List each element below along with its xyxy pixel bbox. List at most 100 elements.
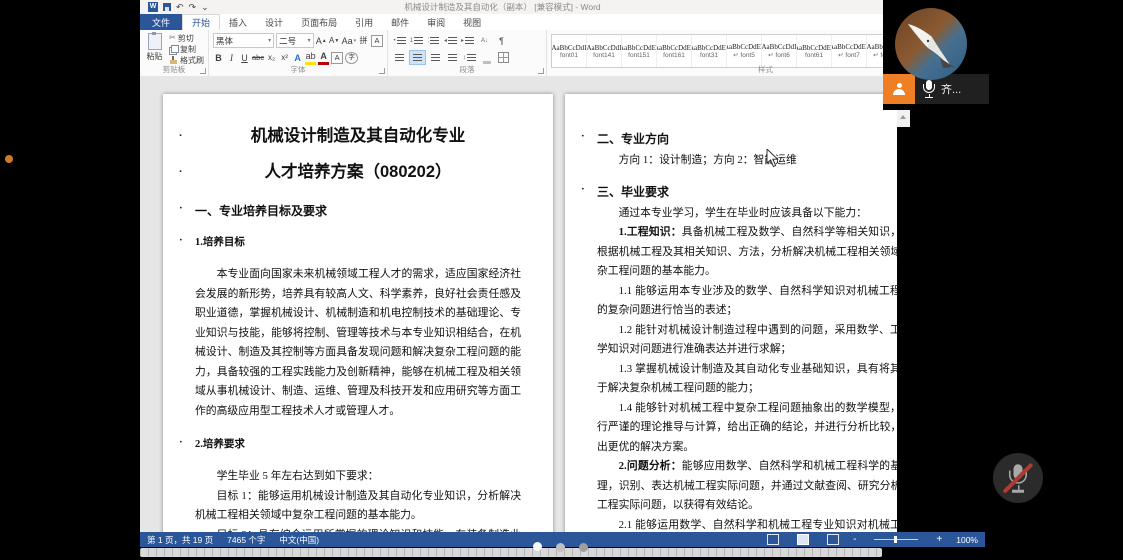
- ribbon-tab[interactable]: 邮件: [382, 14, 418, 30]
- text-effects-button[interactable]: A: [292, 51, 303, 64]
- qat-customize-icon[interactable]: ⌄: [201, 2, 209, 12]
- align-right-button[interactable]: [428, 51, 443, 64]
- style-name: font161: [663, 52, 685, 59]
- paragraph-text: 通过本专业学习，学生在毕业时应该具备以下能力：: [619, 207, 867, 219]
- highlight-color-button[interactable]: ab: [305, 51, 316, 65]
- enclose-characters-button[interactable]: 字: [345, 52, 358, 64]
- font-size-combo[interactable]: 二号 ▾: [276, 33, 314, 48]
- character-border-button[interactable]: A: [371, 35, 383, 47]
- show-marks-button[interactable]: ¶: [494, 34, 509, 47]
- ribbon-tab[interactable]: 页面布局: [292, 14, 346, 30]
- sort-button[interactable]: A↓: [477, 34, 492, 47]
- style-item[interactable]: AaBbCcDdEe font31: [692, 35, 727, 67]
- change-case-button[interactable]: Aa▾: [342, 34, 356, 47]
- character-shading-button[interactable]: A: [331, 52, 343, 64]
- redo-icon[interactable]: ↷: [189, 2, 197, 12]
- borders-button[interactable]: [496, 51, 511, 64]
- clipboard-dialog-launcher-icon[interactable]: [200, 68, 206, 74]
- shrink-font-button[interactable]: A▼: [329, 34, 340, 47]
- numbering-glyph: 1: [410, 38, 413, 44]
- superscript-button[interactable]: x²: [279, 51, 290, 64]
- italic-button[interactable]: I: [226, 51, 237, 64]
- style-preview: AaBbCcDdI: [587, 44, 622, 52]
- paragraph: 人才培养方案（080202）: [195, 154, 521, 190]
- ribbon-tab[interactable]: 插入: [220, 14, 256, 30]
- multilevel-list-button[interactable]: ⁚: [426, 34, 441, 47]
- strikethrough-button[interactable]: abc: [252, 51, 264, 64]
- multilevel-icon: [430, 37, 439, 45]
- zoom-slider-thumb[interactable]: [894, 536, 897, 543]
- copy-button[interactable]: 复制: [169, 44, 204, 54]
- print-layout-button[interactable]: [797, 534, 809, 545]
- ribbon-tab[interactable]: 设计: [256, 14, 292, 30]
- paragraph: 方向 1：设计制造；方向 2：智能运维: [597, 151, 923, 171]
- style-item[interactable]: AaBbCcDdEe ↵ font5: [727, 35, 762, 67]
- style-item[interactable]: AaBbCcDdI font141: [587, 35, 622, 67]
- paragraph-dialog-launcher-icon[interactable]: [538, 68, 544, 74]
- language-indicator[interactable]: 中文(中国): [279, 534, 319, 546]
- participant-avatar[interactable]: [895, 8, 967, 80]
- zoom-in-button[interactable]: +: [936, 535, 942, 545]
- mute-indicator[interactable]: [993, 453, 1043, 503]
- shading-button[interactable]: [479, 51, 494, 64]
- toolbar-dot[interactable]: [556, 543, 565, 552]
- style-item[interactable]: AaBbCcDdEe font61: [797, 35, 832, 67]
- numbering-button[interactable]: 1: [409, 34, 424, 47]
- ribbon-tabs: 开始 插入 设计 页面布局 引用 邮件 审阅 视图: [182, 14, 490, 30]
- page-indicator[interactable]: 第 1 页，共 19 页: [147, 534, 213, 546]
- style-name: font31: [700, 52, 718, 59]
- zoom-level[interactable]: 100%: [956, 535, 978, 545]
- font-color-button[interactable]: A: [318, 51, 329, 65]
- ribbon-tab[interactable]: 视图: [454, 14, 490, 30]
- style-preview: AaBbCcDdEe: [692, 44, 727, 52]
- font-name-value: 黑体: [216, 35, 233, 47]
- toolbar-dot[interactable]: [579, 543, 588, 552]
- zoom-slider[interactable]: [874, 539, 918, 540]
- document-area[interactable]: 机械设计制造及其自动化专业 人才培养方案（080202） 一、专业培养目标及要求…: [140, 76, 985, 532]
- style-preview: AaBbCcDdI: [552, 44, 587, 52]
- underline-button[interactable]: U: [239, 51, 250, 64]
- undo-icon[interactable]: ↶: [176, 2, 184, 12]
- decrease-indent-button[interactable]: ◂: [443, 34, 458, 47]
- justify-button[interactable]: [445, 51, 460, 64]
- page-1[interactable]: 机械设计制造及其自动化专业 人才培养方案（080202） 一、专业培养目标及要求…: [163, 94, 553, 532]
- style-item[interactable]: AaBbCcDdEe font161: [657, 35, 692, 67]
- decrease-indent-icon: [448, 37, 457, 45]
- ribbon-tab[interactable]: 引用: [346, 14, 382, 30]
- ribbon-tab[interactable]: 开始: [182, 14, 220, 30]
- document-title: 机械设计制造及其自动化（副本） [兼容模式] - Word: [140, 1, 865, 13]
- paragraph-text: 本专业面向国家未来机械领域工程人才的需求，适应国家经济社会发展的新形势，培养具有…: [195, 268, 521, 417]
- scrollbar-stub[interactable]: [897, 110, 910, 127]
- read-mode-button[interactable]: [767, 534, 779, 545]
- align-center-button[interactable]: [409, 50, 426, 65]
- toolbar-dot[interactable]: [533, 542, 542, 551]
- floating-toolbar-strip[interactable]: [140, 548, 882, 557]
- style-item[interactable]: AaBbCcDdI font01: [552, 35, 587, 67]
- cut-button[interactable]: ✂ 剪切: [169, 33, 204, 43]
- save-icon[interactable]: [163, 3, 171, 11]
- font-dialog-launcher-icon[interactable]: [379, 68, 385, 74]
- style-item[interactable]: AaBbCcDdEe font151: [622, 35, 657, 67]
- word-count[interactable]: 7465 个字: [227, 534, 265, 546]
- align-center-icon: [413, 54, 422, 62]
- increase-indent-button[interactable]: ▸: [460, 34, 475, 47]
- style-item[interactable]: AaBbCcDdI ↵ font6: [762, 35, 797, 67]
- zoom-out-button[interactable]: -: [853, 535, 856, 545]
- paste-button[interactable]: 粘贴: [144, 33, 165, 65]
- paragraph: 1.2 能针对机械设计制造过程中遇到的问题，采用数学、工程科学知识对问题进行准确…: [597, 321, 923, 360]
- bullets-button[interactable]: •: [392, 34, 407, 47]
- bold-button[interactable]: B: [213, 51, 224, 64]
- participant-button[interactable]: [883, 74, 915, 104]
- font-name-combo[interactable]: 黑体 ▾: [213, 33, 274, 48]
- ribbon-tab[interactable]: 审阅: [418, 14, 454, 30]
- mouse-cursor: [766, 149, 779, 168]
- align-left-button[interactable]: [392, 51, 407, 64]
- phonetic-guide-button[interactable]: 拼: [358, 34, 369, 47]
- paragraph: 一、专业培养目标及要求: [195, 202, 521, 219]
- web-layout-button[interactable]: [827, 534, 839, 545]
- line-spacing-button[interactable]: ↕: [462, 51, 477, 64]
- tab-file[interactable]: 文件: [140, 14, 182, 30]
- style-item[interactable]: AaBbCcDdEe ↵ font7: [832, 35, 867, 67]
- subscript-button[interactable]: x₂: [266, 51, 277, 64]
- grow-font-button[interactable]: A▲: [316, 34, 327, 47]
